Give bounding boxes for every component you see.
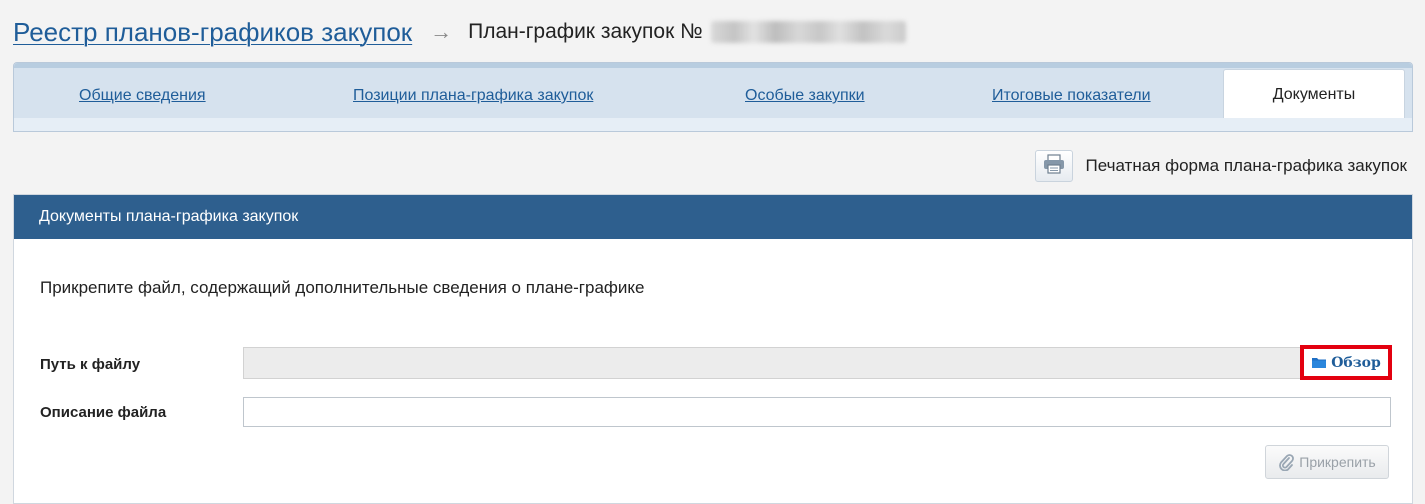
- browse-label: Обзор: [1331, 354, 1381, 371]
- breadcrumb-link-registry[interactable]: Реестр планов-графиков закупок: [13, 17, 412, 48]
- folder-icon: [1311, 356, 1327, 369]
- tab-general-info[interactable]: Общие сведения: [79, 87, 206, 105]
- breadcrumb-current: План-график закупок №: [468, 20, 703, 43]
- attach-hint: Прикрепите файл, содержащий дополнительн…: [40, 278, 645, 297]
- file-description-input[interactable]: [243, 397, 1391, 427]
- file-description-label: Описание файла: [40, 404, 167, 421]
- tab-special-purchases[interactable]: Особые закупки: [745, 87, 865, 105]
- print-form-row: Печатная форма плана-графика закупок: [1035, 150, 1407, 182]
- browse-button[interactable]: Обзор: [1300, 345, 1392, 380]
- tab-documents[interactable]: Документы: [1223, 69, 1405, 120]
- attach-button[interactable]: Прикрепить: [1265, 445, 1389, 479]
- documents-panel: Документы плана-графика закупок Прикрепи…: [13, 194, 1413, 504]
- attach-label: Прикрепить: [1299, 454, 1376, 470]
- printer-icon: [1043, 153, 1065, 179]
- tab-plan-positions[interactable]: Позиции плана-графика закупок: [353, 87, 593, 105]
- breadcrumb-arrow-icon: →: [430, 19, 453, 44]
- tab-bar-strip: [14, 118, 1412, 131]
- tab-totals[interactable]: Итоговые показатели: [992, 87, 1151, 105]
- file-path-field[interactable]: [243, 347, 1391, 379]
- print-button[interactable]: [1035, 150, 1074, 182]
- print-form-label[interactable]: Печатная форма плана-графика закупок: [1085, 156, 1407, 176]
- tab-bar: Общие сведения Позиции плана-графика зак…: [13, 62, 1413, 132]
- panel-title: Документы плана-графика закупок: [14, 195, 1412, 239]
- breadcrumb: Реестр планов-графиков закупок → План-гр…: [13, 12, 906, 52]
- file-path-label: Путь к файлу: [40, 356, 141, 373]
- redacted-plan-number: [710, 21, 906, 43]
- paperclip-icon: [1278, 453, 1295, 471]
